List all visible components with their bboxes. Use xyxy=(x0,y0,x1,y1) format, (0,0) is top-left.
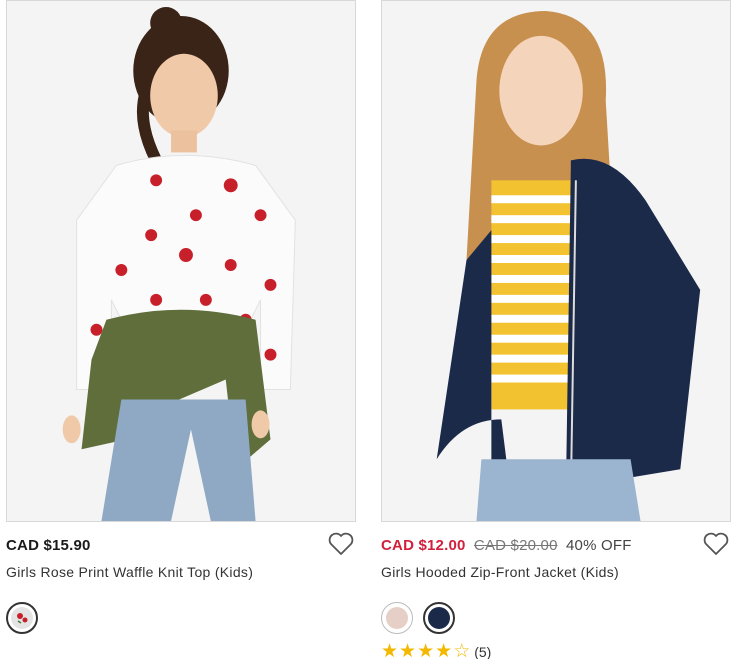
product-card[interactable]: CAD $12.00 CAD $20.00 40% OFF Girls Hood… xyxy=(381,0,731,659)
product-image[interactable] xyxy=(6,0,356,522)
star-filled-icon: ★ xyxy=(417,641,435,659)
star-filled-icon: ★ xyxy=(399,641,417,659)
star-filled-icon: ★ xyxy=(435,641,453,659)
color-swatches xyxy=(381,602,731,634)
wishlist-heart-icon[interactable] xyxy=(328,532,354,556)
rose-print-swatch-icon xyxy=(11,607,33,629)
swatch-dot xyxy=(386,607,408,629)
price-row: CAD $15.90 xyxy=(6,522,356,564)
color-swatch-navy[interactable] xyxy=(423,602,455,634)
color-swatch-blush[interactable] xyxy=(381,602,413,634)
price: CAD $15.90 xyxy=(6,537,91,554)
review-count[interactable]: (5) xyxy=(474,644,491,659)
product-name[interactable]: Girls Rose Print Waffle Knit Top (Kids) xyxy=(6,564,356,588)
star-empty-icon: ☆ xyxy=(453,641,471,659)
price-row: CAD $12.00 CAD $20.00 40% OFF xyxy=(381,522,731,564)
wishlist-heart-icon[interactable] xyxy=(703,532,729,556)
swatch-dot xyxy=(428,607,450,629)
product-image[interactable] xyxy=(381,0,731,522)
star-rating[interactable]: ★ ★ ★ ★ ☆ (5) xyxy=(381,642,731,659)
product-card[interactable]: CAD $15.90 Girls Rose Print Waffle Knit … xyxy=(6,0,356,634)
sale-price: CAD $12.00 xyxy=(381,537,466,554)
star-filled-icon: ★ xyxy=(381,641,399,659)
product-name[interactable]: Girls Hooded Zip-Front Jacket (Kids) xyxy=(381,564,731,588)
color-swatches xyxy=(6,602,356,634)
color-swatch[interactable] xyxy=(6,602,38,634)
original-price: CAD $20.00 xyxy=(473,537,558,554)
discount-label: 40% OFF xyxy=(566,537,632,554)
